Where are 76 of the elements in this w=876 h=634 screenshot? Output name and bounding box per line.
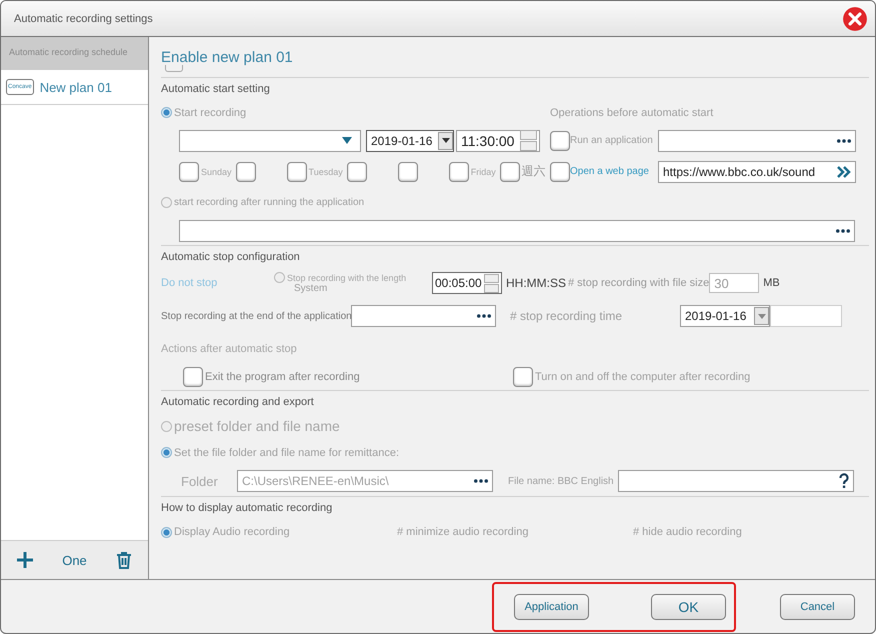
day-label: Friday <box>470 166 496 176</box>
duration-spinner[interactable]: 00:05:00 <box>432 272 502 294</box>
radio-button[interactable] <box>161 526 172 538</box>
browse-icon[interactable] <box>477 314 491 318</box>
checkbox[interactable] <box>550 162 570 182</box>
section-heading: Actions after automatic stop <box>161 343 297 355</box>
application-field[interactable] <box>351 305 496 327</box>
date-picker[interactable]: 2019-01-16 <box>680 305 770 327</box>
add-label[interactable]: One <box>62 552 87 568</box>
add-icon[interactable] <box>14 550 35 570</box>
checkbox[interactable] <box>513 367 533 387</box>
time-spinner[interactable]: 11:30:00 <box>456 130 540 152</box>
radio-button[interactable] <box>161 447 172 458</box>
open-web-page-link[interactable]: Open a web page <box>570 166 658 177</box>
folder-field[interactable]: C:\Users\RENEE-en\Music\ <box>237 470 493 492</box>
file-name-field[interactable] <box>618 470 854 492</box>
dropdown-button[interactable] <box>438 132 453 150</box>
unit-label: MB <box>763 277 780 289</box>
caret-icon <box>758 314 766 318</box>
radio-label: preset folder and file name <box>174 418 340 434</box>
system-label: System <box>293 283 328 294</box>
folder-label: Folder <box>181 474 219 488</box>
browse-icon[interactable] <box>837 138 851 142</box>
radio-button[interactable] <box>161 196 172 208</box>
checkbox[interactable] <box>550 130 570 150</box>
checkbox[interactable] <box>236 162 256 182</box>
plan-title: Enable new plan 01 <box>161 48 293 66</box>
day-label: Sunday <box>201 166 232 176</box>
checkbox[interactable] <box>500 162 520 182</box>
checkbox[interactable] <box>398 162 418 182</box>
checkbox[interactable] <box>346 162 367 182</box>
go-icon[interactable] <box>837 166 851 178</box>
day-label: Tuesday <box>308 166 343 176</box>
section-heading: Automatic stop configuration <box>161 250 301 265</box>
section-heading: Operations before automatic start <box>550 106 714 118</box>
section-heading: How to display automatic recording <box>161 501 334 516</box>
window-title: Automatic recording settings <box>14 12 153 24</box>
dialog-button[interactable]: Cancel <box>780 594 855 620</box>
application-field[interactable] <box>658 130 856 152</box>
dropdown-icon <box>342 137 352 144</box>
checkbox[interactable] <box>286 162 307 182</box>
checkbox[interactable] <box>183 367 203 387</box>
file-name-label: File name: BBC English <box>508 476 614 486</box>
radio-button[interactable] <box>161 107 172 118</box>
radio-label: start recording after running the application <box>174 196 364 208</box>
application-field[interactable] <box>179 220 855 242</box>
browse-icon[interactable] <box>474 479 488 483</box>
checkbox[interactable] <box>179 162 199 182</box>
radio-button[interactable] <box>274 272 285 283</box>
section-heading: Automatic start setting <box>161 82 271 97</box>
unit-label: HH:MM:SS <box>506 276 567 290</box>
option-label: Stop recording at the end of the application <box>161 310 351 322</box>
browse-icon[interactable] <box>836 229 850 233</box>
help-icon[interactable] <box>838 473 849 489</box>
date-picker[interactable]: 2019-01-16 <box>366 130 454 152</box>
close-icon[interactable] <box>842 6 868 32</box>
file-size-field[interactable]: 30 <box>709 273 760 293</box>
enable-checkbox[interactable] <box>165 65 183 72</box>
radio-label: Set the file folder and file name for remittance: <box>174 446 400 458</box>
sidebar-header: Automatic recording schedule <box>1 37 148 70</box>
option-label: Run an application <box>570 135 654 146</box>
dialog-button[interactable]: OK <box>651 594 726 620</box>
section-heading: Automatic recording and export <box>161 395 315 410</box>
checkbox[interactable] <box>448 162 469 182</box>
caret-icon <box>442 138 450 143</box>
checkbox-label: Turn on and off the computer after recording <box>535 371 750 383</box>
radio-label: Stop recording with the length <box>287 272 406 282</box>
dialog-button[interactable]: Application <box>514 594 589 620</box>
radio-label: Start recording <box>174 106 246 118</box>
checkbox-label: Exit the program after recording <box>205 371 360 383</box>
radio-button[interactable] <box>161 420 172 432</box>
url-field[interactable]: https://www.bbc.co.uk/sound <box>658 160 856 182</box>
option-label: # stop recording time <box>510 309 624 323</box>
option-label: # stop recording with file size <box>568 277 710 289</box>
day-label: 週六 <box>522 163 546 180</box>
schedule-dropdown[interactable] <box>179 130 361 152</box>
